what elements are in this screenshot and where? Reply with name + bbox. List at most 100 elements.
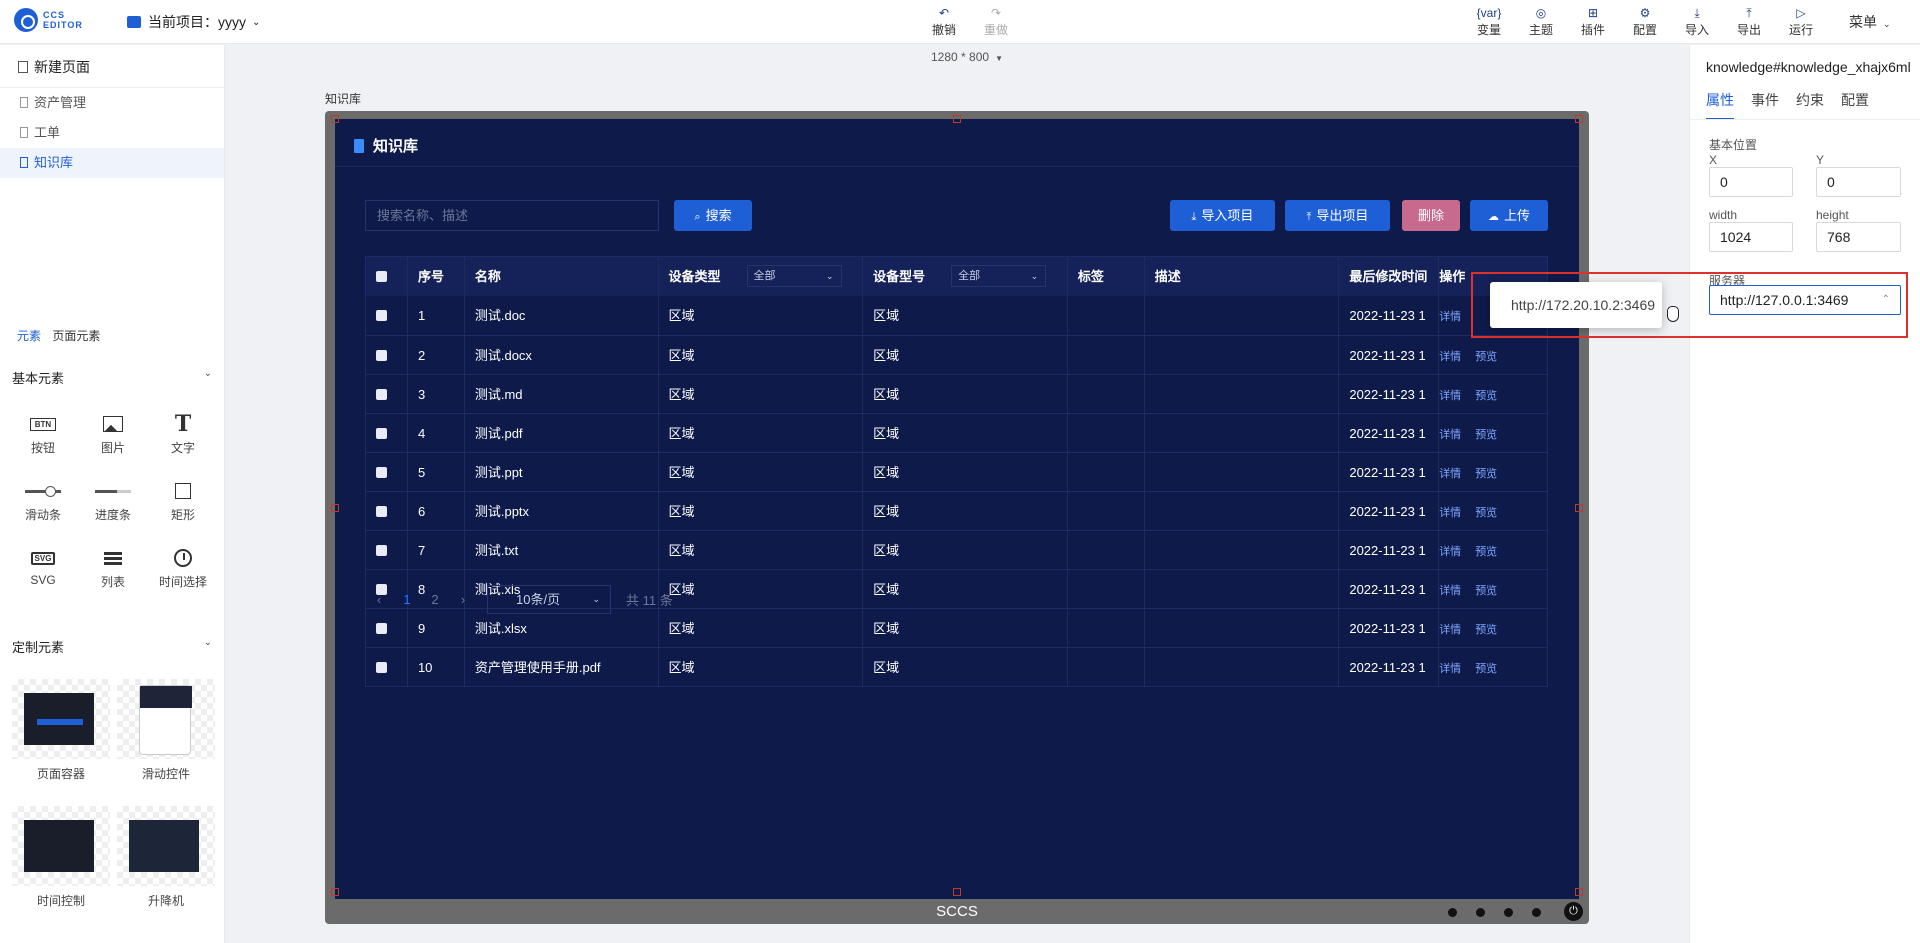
variables-button[interactable]: {var} 变量	[1469, 5, 1509, 38]
detail-link[interactable]: 详情	[1439, 585, 1461, 597]
detail-link[interactable]: 详情	[1439, 429, 1461, 441]
basic-elements-header[interactable]: 基本元素 ⌄	[12, 368, 212, 387]
row-checkbox[interactable]	[366, 608, 408, 648]
run-button[interactable]: ▷ 运行	[1781, 5, 1821, 38]
export-project-button[interactable]: ⤒ 导出项目	[1285, 200, 1390, 231]
y-input[interactable]: 0	[1816, 167, 1901, 197]
table-row[interactable]: 3 测试.md 区域 区域 2022-11-23 1 详情 预览	[366, 374, 1547, 414]
element-list[interactable]: 列表	[83, 547, 143, 590]
knowledge-page[interactable]: 知识库 搜索名称、描述 ⌕ 搜索 ⤓ 导入项目 ⤒ 导出项目 删除 ☁ 上传 序号 名称…	[335, 119, 1579, 899]
detail-link[interactable]: 详情	[1439, 624, 1461, 636]
detail-link[interactable]: 详情	[1439, 468, 1461, 480]
preview-link[interactable]: 预览	[1475, 546, 1497, 558]
detail-link[interactable]: 详情	[1439, 546, 1461, 558]
resize-handle[interactable]	[331, 115, 339, 123]
import-project-button[interactable]: ⤓ 导入项目	[1170, 200, 1275, 231]
resize-handle[interactable]	[1575, 504, 1583, 512]
preview-link[interactable]: 预览	[1475, 507, 1497, 519]
row-checkbox[interactable]	[366, 335, 408, 375]
row-checkbox[interactable]	[366, 491, 408, 531]
menu-button[interactable]: 菜单 ⌄	[1849, 12, 1891, 32]
page-item-workorder[interactable]: 工单	[0, 118, 224, 148]
element-progress[interactable]: 进度条	[83, 480, 143, 523]
plugins-button[interactable]: ⊞ 插件	[1573, 5, 1613, 38]
device-frame[interactable]: 知识库 搜索名称、描述 ⌕ 搜索 ⤓ 导入项目 ⤒ 导出项目 删除 ☁ 上传 序号 名称…	[325, 111, 1589, 924]
import-button[interactable]: ⤓ 导入	[1677, 5, 1717, 38]
upload-button[interactable]: ☁ 上传	[1470, 200, 1548, 231]
server-option[interactable]: http://172.20.10.2:3469	[1490, 282, 1662, 328]
detail-link[interactable]: 详情	[1439, 351, 1461, 363]
search-button[interactable]: ⌕ 搜索	[674, 200, 752, 231]
row-checkbox[interactable]	[366, 413, 408, 453]
page-2-button[interactable]: 2	[421, 592, 449, 607]
page-item-assets[interactable]: 资产管理	[0, 88, 224, 118]
element-rectangle[interactable]: 矩形	[153, 480, 213, 523]
preview-link[interactable]: 预览	[1475, 429, 1497, 441]
search-input[interactable]: 搜索名称、描述	[365, 200, 659, 231]
type-filter-select[interactable]: 全部 ⌄	[746, 265, 842, 287]
table-row[interactable]: 2 测试.docx 区域 区域 2022-11-23 1 详情 预览	[366, 335, 1547, 375]
row-checkbox[interactable]	[366, 296, 408, 335]
row-checkbox[interactable]	[366, 452, 408, 492]
table-row[interactable]: 5 测试.ppt 区域 区域 2022-11-23 1 详情 预览	[366, 452, 1547, 492]
detail-link[interactable]: 详情	[1439, 390, 1461, 402]
resize-handle[interactable]	[953, 888, 961, 896]
table-row[interactable]: 10 资产管理使用手册.pdf 区域 区域 2022-11-23 1 详情 预览	[366, 647, 1547, 687]
resize-handle[interactable]	[1575, 888, 1583, 896]
custom-elevator[interactable]: 升降机	[117, 806, 215, 909]
height-input[interactable]: 768	[1816, 222, 1901, 252]
page-item-knowledge[interactable]: 知识库	[0, 148, 224, 178]
element-image[interactable]: 图片	[83, 413, 143, 456]
element-time-picker[interactable]: 时间选择	[153, 547, 213, 590]
theme-button[interactable]: ◎ 主题	[1521, 5, 1561, 38]
model-filter-select[interactable]: 全部 ⌄	[951, 265, 1047, 287]
tab-constraints[interactable]: 约束	[1796, 90, 1824, 120]
detail-link[interactable]: 详情	[1439, 507, 1461, 519]
power-icon[interactable]: ⏻	[1564, 902, 1583, 921]
project-selector[interactable]: 当前项目：yyyy ⌄	[127, 12, 260, 32]
export-button[interactable]: ⤒ 导出	[1729, 5, 1769, 38]
preview-link[interactable]: 预览	[1475, 663, 1497, 675]
new-page-button[interactable]: 新建页面	[18, 57, 90, 77]
tab-attributes[interactable]: 属性	[1706, 90, 1734, 120]
preview-link[interactable]: 预览	[1475, 390, 1497, 402]
prev-page-button[interactable]: ‹	[365, 592, 393, 607]
resize-handle[interactable]	[1575, 115, 1583, 123]
next-page-button[interactable]: ›	[449, 592, 477, 607]
tab-page-elements[interactable]: 页面元素	[52, 329, 100, 343]
redo-button[interactable]: ↷ 重做	[976, 5, 1016, 38]
width-input[interactable]: 1024	[1709, 222, 1793, 252]
table-row[interactable]: 1 测试.doc 区域 区域 2022-11-23 1 详情	[366, 296, 1547, 335]
detail-link[interactable]: 详情	[1439, 311, 1461, 323]
resize-handle[interactable]	[331, 888, 339, 896]
element-slider[interactable]: 滑动条	[13, 480, 73, 523]
custom-elements-header[interactable]: 定制元素 ⌄	[12, 637, 212, 656]
delete-button[interactable]: 删除	[1402, 200, 1460, 231]
element-text[interactable]: T 文字	[153, 411, 213, 456]
preview-link[interactable]: 预览	[1475, 351, 1497, 363]
table-row[interactable]: 6 测试.pptx 区域 区域 2022-11-23 1 详情 预览	[366, 491, 1547, 531]
preview-link[interactable]: 预览	[1475, 468, 1497, 480]
preview-link[interactable]: 预览	[1475, 585, 1497, 597]
page-size-select[interactable]: 10条/页 ⌄	[487, 585, 611, 614]
custom-slide-control[interactable]: 滑动控件	[117, 679, 215, 782]
tab-config[interactable]: 配置	[1841, 90, 1869, 120]
resize-handle[interactable]	[953, 115, 961, 123]
detail-link[interactable]: 详情	[1439, 663, 1461, 675]
resize-handle[interactable]	[331, 504, 339, 512]
undo-button[interactable]: ↶ 撤销	[924, 5, 964, 38]
row-checkbox[interactable]	[366, 530, 408, 570]
x-input[interactable]: 0	[1709, 167, 1793, 197]
custom-page-container[interactable]: 页面容器	[12, 679, 110, 782]
preview-link[interactable]: 预览	[1475, 624, 1497, 636]
table-row[interactable]: 7 测试.txt 区域 区域 2022-11-23 1 详情 预览	[366, 530, 1547, 570]
element-svg[interactable]: SVG SVG	[13, 547, 73, 587]
table-row[interactable]: 4 测试.pdf 区域 区域 2022-11-23 1 详情 预览	[366, 413, 1547, 453]
custom-time-control[interactable]: 时间控制	[12, 806, 110, 909]
select-all-checkbox[interactable]	[366, 257, 408, 296]
row-checkbox[interactable]	[366, 647, 408, 687]
tab-events[interactable]: 事件	[1751, 90, 1779, 120]
tab-elements[interactable]: 元素	[17, 329, 41, 343]
element-button[interactable]: BTN 按钮	[13, 413, 73, 456]
row-checkbox[interactable]	[366, 374, 408, 414]
